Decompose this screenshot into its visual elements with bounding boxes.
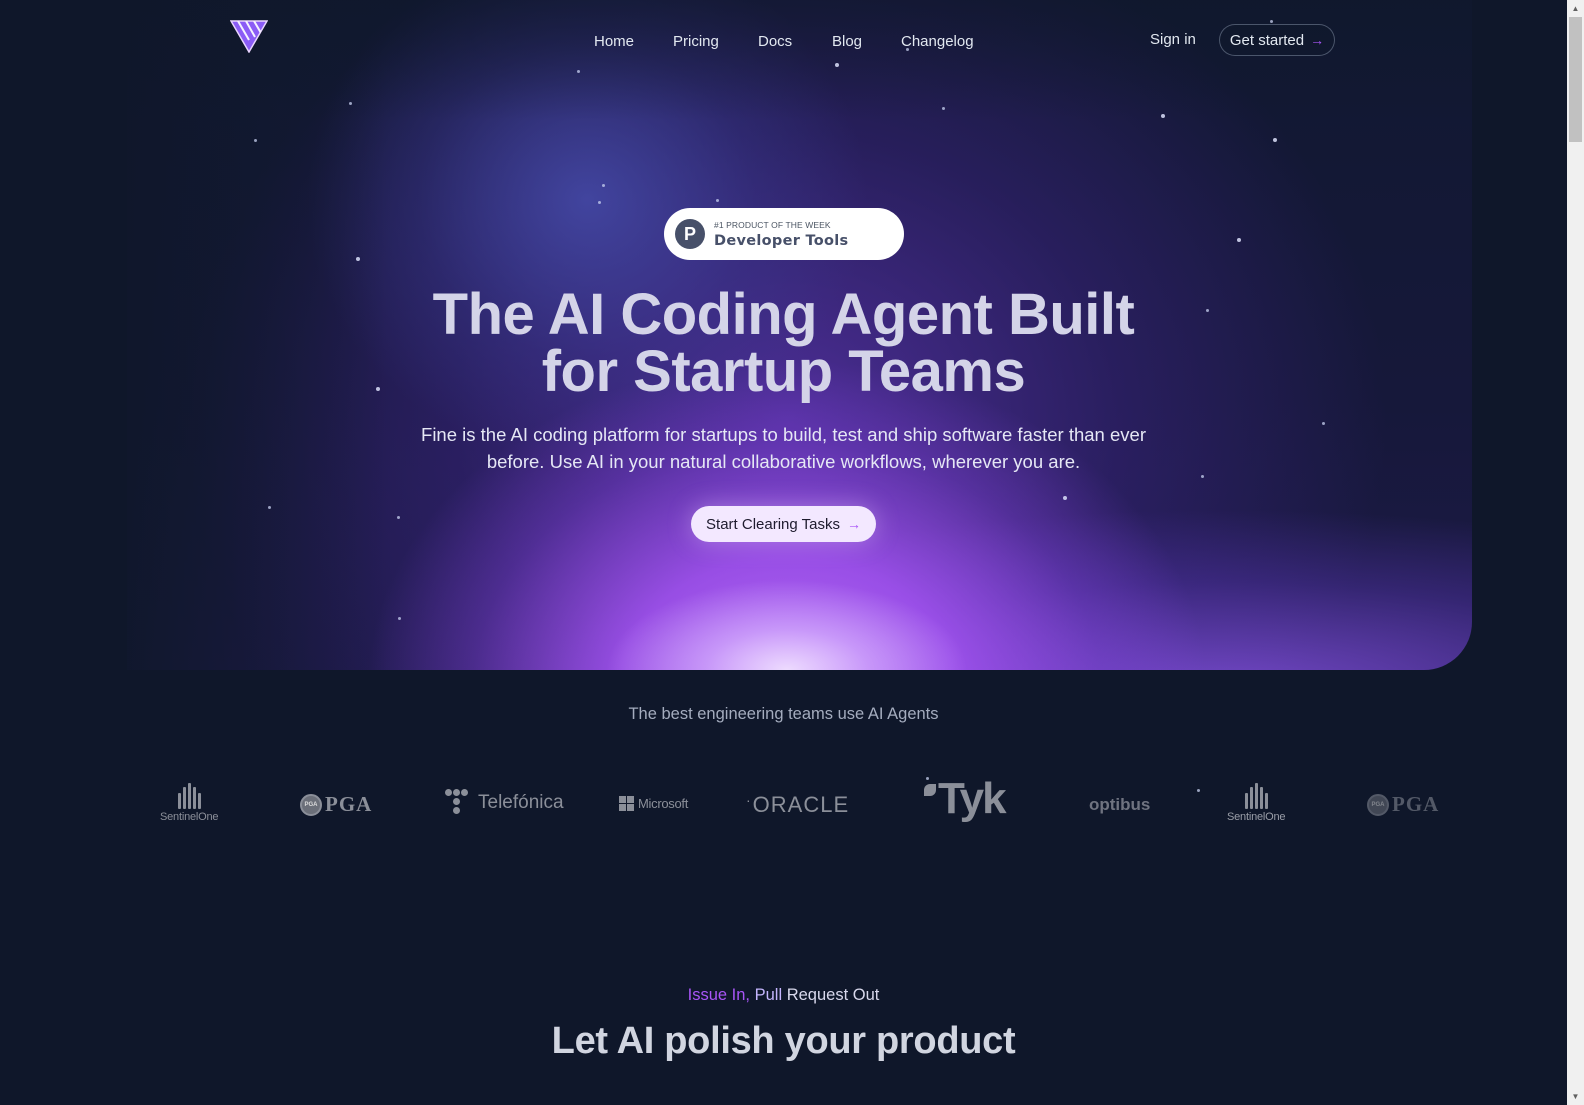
star: [1201, 475, 1204, 478]
vertical-scrollbar[interactable]: ▲ ▼: [1567, 0, 1584, 1105]
logo-label: optibus: [1089, 795, 1151, 814]
eyebrow-part2: Pull: [754, 986, 783, 1004]
logo-tyk: Tyk: [924, 774, 1007, 824]
top-nav: Home Pricing Docs Blog Changelog Sign in…: [0, 0, 1567, 80]
hero-headline-line1: The AI Coding Agent Built: [432, 282, 1135, 347]
scroll-up-arrow-icon[interactable]: ▲: [1567, 0, 1584, 17]
arrow-right-icon: →: [846, 516, 861, 532]
scrollbar-thumb[interactable]: [1569, 17, 1582, 142]
star: [942, 107, 945, 110]
nav-link-blog[interactable]: Blog: [832, 33, 862, 50]
fine-logo-icon: [229, 20, 269, 54]
cta-label: Start Clearing Tasks: [706, 515, 840, 533]
nav-link-home[interactable]: Home: [594, 33, 634, 50]
product-hunt-icon: P: [675, 219, 705, 249]
scroll-down-arrow-icon[interactable]: ▼: [1567, 1088, 1584, 1105]
arrow-right-icon: →: [1310, 32, 1325, 48]
section-eyebrow: Issue In, Pull Request Out: [0, 986, 1567, 1005]
logo-oracle: · ORACLE: [746, 792, 849, 818]
logos-caption: The best engineering teams use AI Agents: [628, 705, 939, 723]
star: [397, 516, 400, 519]
nav-link-pricing[interactable]: Pricing: [673, 33, 719, 50]
star: [349, 102, 352, 105]
pga-seal-icon: PGA: [1367, 793, 1389, 816]
oracle-dot-icon: ·: [746, 792, 752, 808]
eyebrow-part1: Issue In,: [687, 986, 751, 1004]
star: [356, 257, 360, 261]
logo-pga: PGA PGA: [300, 792, 372, 817]
logo-label: SentinelOne: [160, 811, 219, 823]
section-title: Let AI polish your product: [551, 1020, 1016, 1062]
nav-link-docs[interactable]: Docs: [758, 33, 792, 50]
logo-sentinelone: SentinelOne: [1227, 783, 1286, 823]
star: [1273, 138, 1277, 142]
logo-telefonica: Telefónica: [445, 789, 564, 817]
badge-title: Developer Tools: [714, 232, 849, 249]
star: [1161, 114, 1165, 118]
logo-label: Microsoft: [638, 796, 689, 811]
get-started-button[interactable]: Get started →: [1219, 24, 1335, 56]
star: [268, 506, 271, 509]
star: [254, 139, 257, 142]
badge-text: #1 PRODUCT OF THE WEEK Developer Tools: [714, 220, 849, 249]
logo[interactable]: [229, 20, 269, 54]
star: [716, 199, 719, 202]
page: Home Pricing Docs Blog Changelog Sign in…: [0, 0, 1567, 1105]
eyebrow-part3: Request Out: [786, 986, 880, 1004]
badge-kicker: #1 PRODUCT OF THE WEEK: [714, 219, 831, 230]
logo-microsoft: Microsoft: [619, 796, 688, 811]
star: [602, 184, 605, 187]
logo-label: Tyk: [938, 774, 1007, 823]
star: [1063, 496, 1067, 500]
start-clearing-tasks-button[interactable]: Start Clearing Tasks →: [691, 506, 876, 542]
logo-label: ORACLE: [752, 792, 850, 817]
star: [598, 201, 601, 204]
nav-link-changelog[interactable]: Changelog: [901, 33, 974, 50]
product-hunt-badge[interactable]: P #1 PRODUCT OF THE WEEK Developer Tools: [664, 208, 904, 260]
hero-headline: The AI Coding Agent Built for Startup Te…: [0, 282, 1567, 404]
star: [1237, 238, 1241, 242]
logo-label: SentinelOne: [1227, 811, 1286, 823]
hero-subtitle-line2: before. Use AI in your natural collabora…: [486, 451, 1081, 472]
hero-headline-line2: for Startup Teams: [541, 339, 1026, 404]
logo-sentinelone: SentinelOne: [160, 783, 219, 823]
hero-subtitle-line1: Fine is the AI coding platform for start…: [421, 424, 1146, 445]
logo-label: PGA: [1392, 792, 1440, 816]
get-started-label: Get started: [1229, 31, 1305, 49]
hero-subtitle: Fine is the AI coding platform for start…: [0, 421, 1567, 475]
star: [398, 617, 401, 620]
logo-label: Telefónica: [478, 792, 564, 813]
sentinelone-mark-icon: [1244, 783, 1268, 809]
tyk-leaf-icon: [924, 784, 936, 796]
telefonica-mark-icon: [445, 789, 473, 817]
sentinelone-mark-icon: [177, 783, 201, 809]
pga-seal-icon: PGA: [300, 793, 322, 816]
sign-in-link[interactable]: Sign in: [1150, 31, 1196, 48]
logo-pga: PGA PGA: [1367, 792, 1439, 817]
customer-logos: SentinelOne PGA PGA Telefónica Microsoft…: [0, 774, 1567, 840]
microsoft-mark-icon: [619, 796, 634, 811]
logo-label: PGA: [325, 792, 373, 816]
logo-optibus: optibus: [1089, 795, 1150, 815]
